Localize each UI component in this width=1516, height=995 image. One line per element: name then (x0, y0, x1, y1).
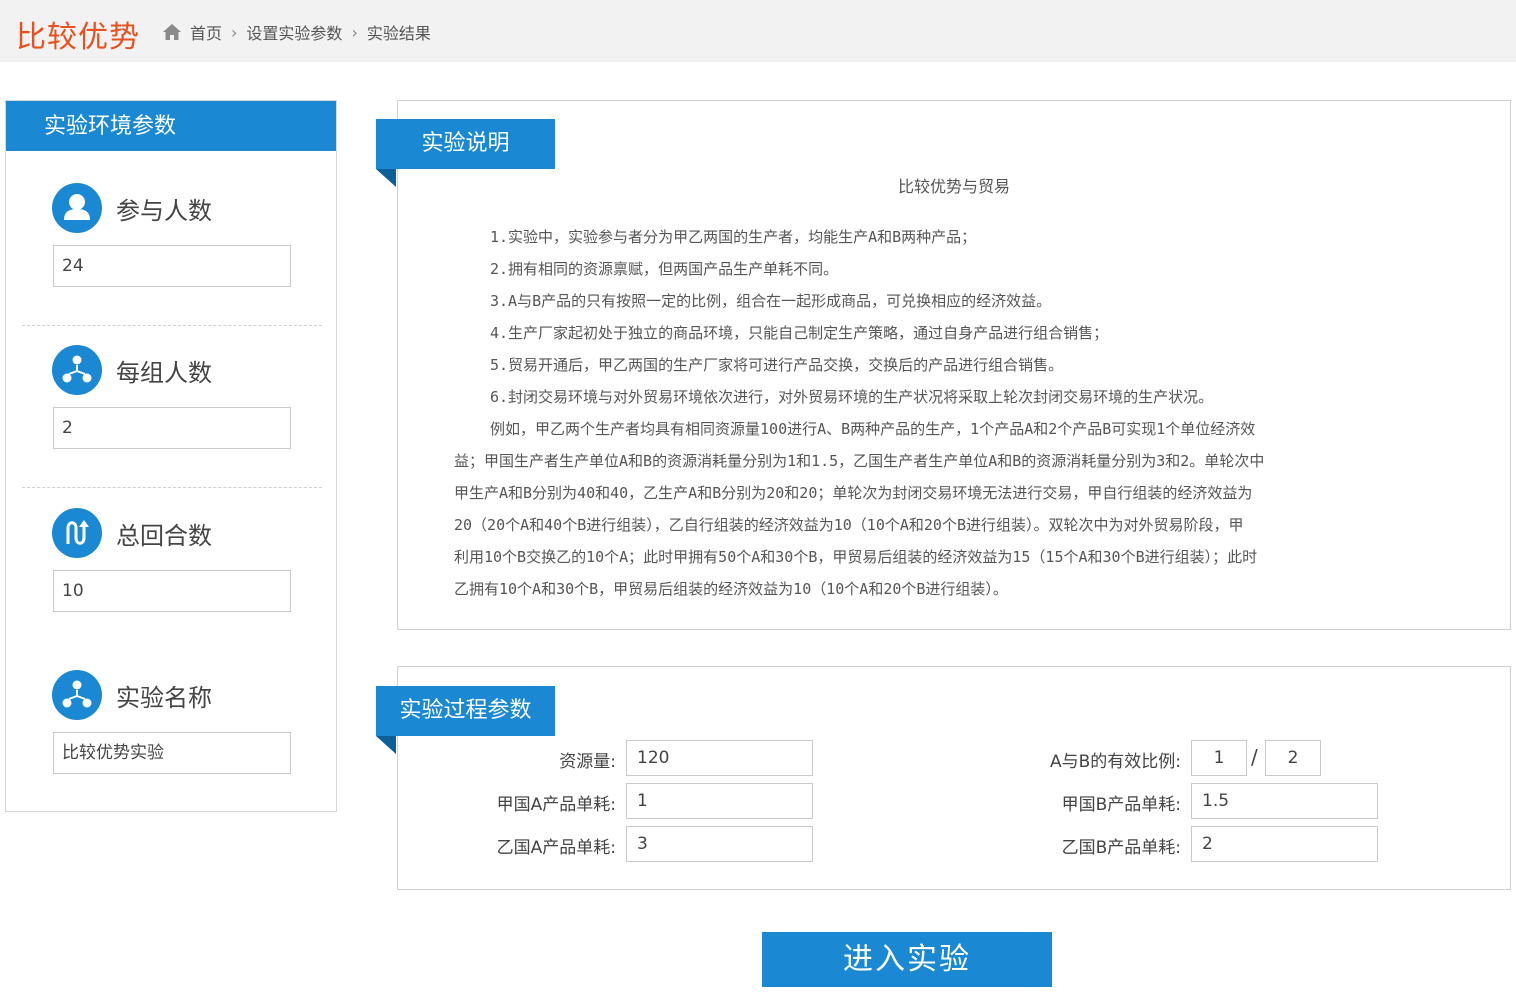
description-line: 益；甲国生产者生产单位A和B的资源消耗量分别为1和1.5，乙国生产者生产单位A和… (454, 452, 1265, 470)
ratio-a-input[interactable]: 1 (1191, 740, 1247, 776)
yi-b-label: 乙国B产品单耗: (1061, 838, 1181, 858)
description-line: 5.贸易开通后，甲乙两国的生产厂家将可进行产品交换，交换后的产品进行组合销售。 (490, 356, 1064, 374)
breadcrumb-results[interactable]: 实验结果 (367, 20, 431, 44)
app-title: 比较优势 (16, 20, 140, 55)
description-line: 乙拥有10个A和30个B，甲贸易后组装的经济效益为10（10个A和20个B进行组… (454, 580, 1008, 598)
tab-fold (376, 169, 396, 187)
description-line: 2.拥有相同的资源禀赋，但两国产品生产单耗不同。 (490, 260, 839, 278)
ratio-label: A与B的有效比例: (1049, 752, 1181, 772)
env-params-panel: 实验环境参数 参与人数 24 每组人数 2 总回合数 10 实验名称 比较优势实… (5, 100, 337, 812)
rounds-icon (52, 508, 102, 558)
divider (22, 325, 322, 326)
tab-process-params: 实验过程参数 (376, 686, 555, 736)
home-icon[interactable] (162, 23, 182, 41)
top-bar: 比较优势 首页 › 设置实验参数 › 实验结果 (0, 0, 1516, 62)
description-box: 比较优势与贸易 1.实验中，实验参与者分为甲乙两国的生产者，均能生产A和B两种产… (397, 100, 1511, 630)
param-label-participants: 参与人数 (116, 197, 212, 225)
tab-description: 实验说明 (376, 119, 555, 169)
description-line: 甲生产A和B分别为40和40，乙生产A和B分别为20和20；单轮次为封闭交易环境… (454, 484, 1253, 502)
yi-b-input[interactable]: 2 (1191, 826, 1378, 862)
breadcrumb: 首页 › 设置实验参数 › 实验结果 (162, 20, 431, 44)
jia-b-label: 甲国B产品单耗: (1061, 795, 1181, 815)
ratio-separator: / (1251, 745, 1258, 769)
ratio-b-input[interactable]: 2 (1265, 740, 1321, 776)
tab-fold (376, 736, 396, 754)
description-line: 6.封闭交易环境与对外贸易环境依次进行，对外贸易环境的生产状况将采取上轮次封闭交… (490, 388, 1214, 406)
description-line: 20（20个A和40个B进行组装），乙自行组装的经济效益为10（10个A和20个… (454, 516, 1244, 534)
participants-input[interactable]: 24 (53, 245, 291, 287)
description-title: 比较优势与贸易 (897, 177, 1010, 196)
rounds-input[interactable]: 10 (53, 570, 291, 612)
experiment-name-input[interactable]: 比较优势实验 (53, 732, 291, 774)
resource-label: 资源量: (559, 752, 616, 772)
chevron-right-icon: › (231, 22, 238, 42)
divider (22, 487, 322, 488)
jia-a-label: 甲国A产品单耗: (496, 795, 616, 815)
yi-a-input[interactable]: 3 (626, 826, 813, 862)
group-size-input[interactable]: 2 (53, 407, 291, 449)
breadcrumb-home[interactable]: 首页 (190, 20, 222, 44)
description-line: 4.生产厂家起初处于独立的商品环境，只能自己制定生产策略，通过自身产品进行组合销… (490, 324, 1109, 342)
env-panel-title: 实验环境参数 (6, 101, 336, 151)
param-label-rounds: 总回合数 (116, 522, 212, 550)
param-label-experiment-name: 实验名称 (116, 684, 212, 712)
breadcrumb-settings[interactable]: 设置实验参数 (246, 20, 342, 44)
jia-b-input[interactable]: 1.5 (1191, 783, 1378, 819)
jia-a-input[interactable]: 1 (626, 783, 813, 819)
yi-a-label: 乙国A产品单耗: (496, 838, 616, 858)
resource-input[interactable]: 120 (626, 740, 813, 776)
description-text: 1.实验中，实验参与者分为甲乙两国的生产者，均能生产A和B两种产品； 2.拥有相… (454, 221, 1454, 605)
chevron-right-icon: › (351, 22, 358, 42)
description-line: 利用10个B交换乙的10个A；此时甲拥有50个A和30个B，甲贸易后组装的经济效… (454, 548, 1258, 566)
param-label-group-size: 每组人数 (116, 359, 212, 387)
enter-experiment-button[interactable]: 进入实验 (762, 932, 1052, 987)
description-line: 1.实验中，实验参与者分为甲乙两国的生产者，均能生产A和B两种产品； (490, 228, 977, 246)
user-icon (52, 183, 102, 233)
group-icon (52, 670, 102, 720)
group-icon (52, 345, 102, 395)
description-line: 例如，甲乙两个生产者均具有相同资源量100进行A、B两种产品的生产，1个产品A和… (490, 420, 1256, 438)
description-line: 3.A与B产品的只有按照一定的比例，组合在一起形成商品，可兑换相应的经济效益。 (490, 292, 1052, 310)
